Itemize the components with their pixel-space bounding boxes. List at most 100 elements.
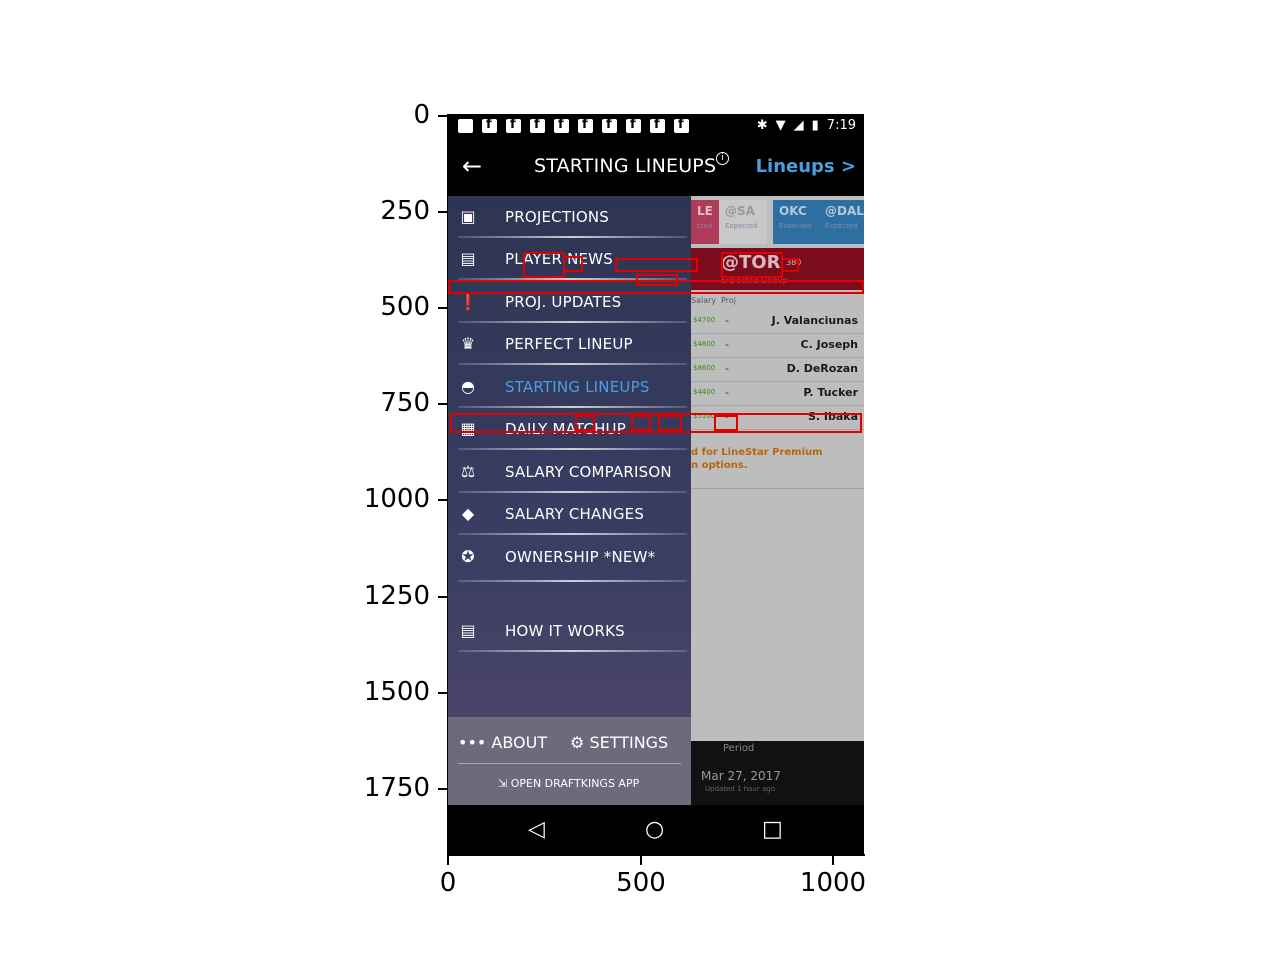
x-tick-label: 1000 bbox=[799, 868, 867, 898]
drawer-item-label: PROJ. UPDATES bbox=[505, 293, 622, 311]
annotation-box bbox=[575, 415, 595, 431]
y-tick-label: 500 bbox=[380, 292, 430, 322]
system-nav-bar: ◁ ○ □ bbox=[448, 805, 864, 855]
y-tick bbox=[438, 692, 448, 694]
content-divider bbox=[691, 488, 864, 489]
alert-icon: ❗ bbox=[458, 291, 478, 311]
drawer-item-how-it-works[interactable]: ▤ HOW IT WORKS bbox=[448, 610, 691, 652]
player-proj: - bbox=[725, 386, 729, 399]
drawer-item-projections[interactable]: ▣ PROJECTIONS bbox=[448, 196, 691, 238]
x-tick bbox=[447, 855, 449, 865]
game-tab[interactable]: LE cted bbox=[691, 200, 719, 244]
message-icon bbox=[458, 119, 473, 133]
gear-icon: ⚙ bbox=[570, 733, 585, 752]
player-row[interactable]: $4400 - P. Tucker bbox=[691, 382, 864, 406]
x-tick-label: 500 bbox=[616, 868, 666, 898]
settings-button[interactable]: ⚙ SETTINGS bbox=[570, 733, 668, 752]
wifi-icon: ▼ bbox=[775, 118, 786, 133]
about-button[interactable]: ••• ABOUT bbox=[458, 733, 547, 752]
bluetooth-icon: ✱ bbox=[756, 118, 768, 133]
page-title: STARTING LINEUPS bbox=[534, 155, 717, 177]
back-triangle-icon[interactable]: ◁ bbox=[528, 817, 545, 842]
dollar-diamond-icon: ◆ bbox=[461, 503, 475, 523]
battery-icon: ▮ bbox=[811, 118, 819, 133]
game-tab-status: Expected bbox=[725, 222, 758, 230]
game-tab-team: @DAL bbox=[825, 204, 864, 218]
back-arrow-icon[interactable]: ← bbox=[462, 152, 482, 180]
annotation-box bbox=[563, 256, 583, 272]
player-row[interactable]: $4700 - J. Valanciunas bbox=[691, 310, 864, 334]
y-tick bbox=[438, 115, 448, 117]
facebook-icon bbox=[482, 117, 497, 133]
app-bar: ← STARTING LINEUPS i Lineups > bbox=[448, 138, 864, 196]
x-tick-label: 0 bbox=[439, 868, 457, 898]
recents-square-icon[interactable]: □ bbox=[762, 817, 783, 842]
drawer-item-ownership[interactable]: ✪ OWNERSHIP *NEW* bbox=[448, 536, 691, 582]
premium-note[interactable]: d for LineStar Premium n options. bbox=[691, 446, 864, 472]
column-headers: Salary Proj bbox=[691, 294, 864, 308]
drawer-item-label: OWNERSHIP *NEW* bbox=[505, 548, 656, 566]
open-draftkings-button[interactable]: ⇲ OPEN DRAFTKINGS APP bbox=[498, 777, 639, 790]
lineups-link[interactable]: Lineups > bbox=[756, 156, 856, 177]
annotation-box bbox=[781, 258, 799, 272]
y-tick-label: 1000 bbox=[363, 484, 430, 514]
divider bbox=[458, 763, 681, 764]
y-tick-label: 750 bbox=[380, 388, 430, 418]
facebook-icon bbox=[626, 117, 641, 133]
document-icon: ▤ bbox=[460, 620, 476, 640]
divider bbox=[458, 448, 687, 450]
newspaper-icon: ▤ bbox=[460, 248, 476, 268]
settings-label: SETTINGS bbox=[589, 733, 669, 752]
annotation-box bbox=[448, 280, 864, 294]
divider bbox=[458, 650, 687, 652]
period-date: Mar 27, 2017 bbox=[701, 769, 781, 783]
player-name: C. Joseph bbox=[800, 338, 858, 351]
game-tab-team: LE bbox=[697, 204, 713, 218]
facebook-icon bbox=[506, 117, 521, 133]
drawer-item-label: HOW IT WORKS bbox=[505, 622, 625, 640]
chart-icon: ▣ bbox=[460, 206, 476, 226]
game-tab[interactable]: @DAL Expected bbox=[819, 200, 864, 244]
drawer-item-label: STARTING LINEUPS bbox=[505, 378, 650, 396]
game-tab[interactable]: OKC Expected bbox=[773, 200, 819, 244]
player-name: J. Valanciunas bbox=[771, 314, 858, 327]
player-row[interactable]: $4800 - C. Joseph bbox=[691, 334, 864, 358]
annotation-box bbox=[658, 415, 682, 431]
facebook-icon bbox=[578, 117, 593, 133]
y-tick-label: 1250 bbox=[363, 581, 430, 611]
period-panel[interactable]: Period Mar 27, 2017 Updated 1 hour ago bbox=[691, 741, 864, 805]
open-draftkings-label: OPEN DRAFTKINGS APP bbox=[510, 777, 640, 790]
game-tab-status: Expected bbox=[779, 222, 812, 230]
drawer-item-starting-lineups[interactable]: ◓ STARTING LINEUPS bbox=[448, 366, 691, 408]
status-bar: ✱ ▼ ◢ ▮ 7:19 bbox=[448, 114, 864, 138]
annotation-box bbox=[523, 252, 565, 278]
signal-icon: ◢ bbox=[793, 118, 804, 133]
game-tab[interactable]: @SA Expected bbox=[719, 200, 767, 244]
y-tick bbox=[438, 788, 448, 790]
facebook-icon bbox=[674, 117, 689, 133]
status-right: ✱ ▼ ◢ ▮ 7:19 bbox=[757, 118, 856, 133]
game-tab-status: Expected bbox=[825, 222, 858, 230]
drawer-item-salary-comparison[interactable]: ⚖ SALARY COMPARISON bbox=[448, 451, 691, 493]
x-tick bbox=[640, 855, 642, 865]
home-circle-icon[interactable]: ○ bbox=[645, 817, 664, 842]
info-icon[interactable]: i bbox=[716, 152, 729, 165]
drawer-item-perfect-lineup[interactable]: ♛ PERFECT LINEUP bbox=[448, 323, 691, 365]
facebook-icon bbox=[554, 117, 569, 133]
player-name: P. Tucker bbox=[803, 386, 858, 399]
facebook-icon bbox=[530, 117, 545, 133]
divider bbox=[458, 533, 687, 535]
player-proj: - bbox=[725, 338, 729, 351]
player-row[interactable]: $8600 - D. DeRozan bbox=[691, 358, 864, 382]
y-tick-label: 0 bbox=[413, 100, 430, 130]
facebook-icon bbox=[602, 117, 617, 133]
more-dots-icon: ••• bbox=[458, 733, 487, 752]
clock: 7:19 bbox=[826, 118, 856, 133]
star-badge-icon: ✪ bbox=[461, 546, 475, 566]
player-name: D. DeRozan bbox=[786, 362, 858, 375]
annotation-box bbox=[714, 415, 738, 431]
drawer-item-salary-changes[interactable]: ◆ SALARY CHANGES bbox=[448, 493, 691, 535]
phone-screen: ✱ ▼ ◢ ▮ 7:19 ← STARTING LINEUPS i Lineup… bbox=[448, 114, 864, 855]
y-tick bbox=[438, 307, 448, 309]
period-label: Period bbox=[723, 743, 755, 754]
